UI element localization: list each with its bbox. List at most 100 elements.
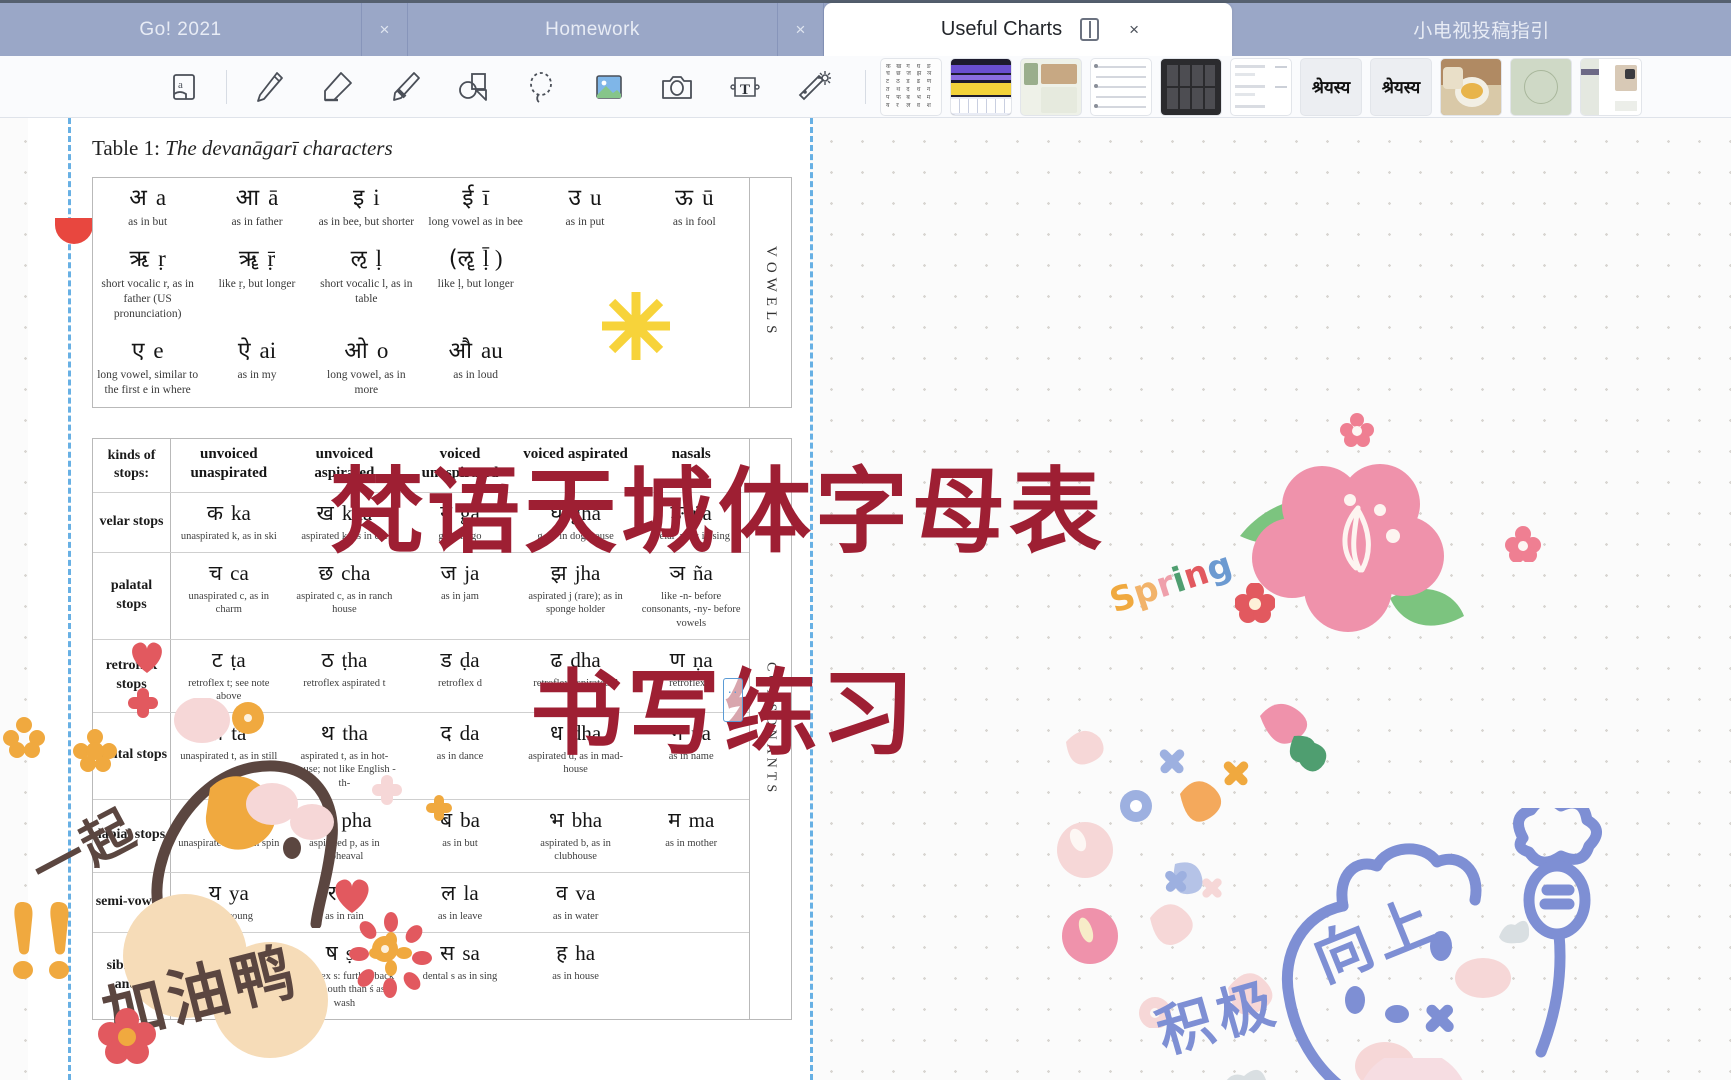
table1-caption: Table 1: The devanāgarī characters [92, 136, 792, 161]
devanagari-char: व [555, 880, 568, 905]
transliteration: pa [228, 807, 249, 832]
tab-go-2021[interactable]: Go! 2021 [0, 3, 362, 56]
gloss: long vowel, similar to the first e in wh… [97, 369, 199, 396]
devanagari-char: ल [441, 880, 456, 905]
gloss: retroflex d [437, 677, 482, 689]
transliteration: ta [231, 720, 247, 745]
devanagari-char: औ [448, 337, 473, 364]
tab-bar: Go! 2021 × Homework × Useful Charts × 小电… [0, 0, 1731, 56]
clipboard-thumbnail-strip: कखगघङ चछजझञ टठडढण तथदधन पफबभम यरलवश श्रे… [880, 57, 1642, 116]
row-kind-label: velar stops [93, 492, 171, 552]
thumb-green-note[interactable] [1020, 57, 1082, 116]
vowel-cell-empty [530, 331, 639, 407]
tab-useful-charts[interactable]: Useful Charts × [824, 3, 1232, 56]
gloss: like ḷ, but longer [437, 277, 514, 290]
column-header: unvoiced unaspirated [190, 445, 268, 482]
shapes-icon[interactable] [445, 63, 501, 111]
row-kind-label: retroflex stops [93, 639, 171, 712]
consonant-cell: ह ha as in house [518, 933, 634, 1019]
consonant-cell: र ra as in rain [287, 873, 403, 932]
devanagari-char: ह [556, 940, 568, 965]
transliteration: ai [259, 337, 277, 363]
thumb-purple-table[interactable] [950, 57, 1012, 116]
image-icon[interactable] [581, 63, 637, 111]
thumb-devanagari-1[interactable]: श्रेयस्य [1300, 57, 1362, 116]
page-mode-icon[interactable]: a [156, 63, 212, 111]
magic-wand-icon[interactable] [785, 63, 841, 111]
gloss: long vowel, as in more [327, 369, 406, 396]
highlighter-icon[interactable] [377, 63, 433, 111]
transliteration: a [155, 185, 167, 210]
devanagari-char: ठ [321, 647, 334, 672]
consonant-cell: ण ṇa retroflex n [633, 640, 749, 712]
vowel-cell: ओ o long vowel, as in more [312, 331, 421, 407]
tab-homework[interactable]: Homework [408, 3, 778, 56]
gloss: g, as in dog-house [537, 530, 614, 542]
column-header: voiced aspirated [523, 445, 628, 462]
gloss: aspirated b, as in clubhouse [540, 837, 611, 863]
tab-close-go-2021[interactable]: × [362, 3, 408, 56]
thumb-white-doc[interactable] [1580, 57, 1642, 116]
vowel-cell: उ u as in put [530, 178, 639, 239]
gloss: aspirated c, as in ranch house [296, 590, 393, 616]
gloss: like ṛ, but longer [218, 277, 296, 290]
devanagari-char: ट [211, 647, 223, 672]
row-kind-label: dental stops [93, 712, 171, 799]
gloss: as in dance [436, 750, 484, 762]
gloss: as in but [442, 837, 478, 849]
column-header: unvoiced aspirated [314, 445, 375, 482]
gloss: retroflex aspirated d [533, 677, 618, 689]
tab-bilibili-guide[interactable]: 小电视投稿指引 [1232, 3, 1731, 56]
thumb-food-photo[interactable] [1440, 57, 1502, 116]
thumb-devanagari-2[interactable]: श्रेयस्य [1370, 57, 1432, 116]
eraser-icon[interactable] [309, 63, 365, 111]
text-box-icon[interactable]: T [717, 63, 773, 111]
note-canvas[interactable]: Table 1: The devanāgarī characters अ a as … [0, 118, 1731, 1080]
transliteration: cha [341, 560, 371, 585]
close-icon: × [379, 19, 390, 39]
transliteration: ṇa [692, 647, 713, 672]
pen-icon[interactable] [241, 63, 297, 111]
transliteration: ī [482, 185, 489, 210]
gloss: as in rain [325, 910, 364, 922]
thumb-sage-label[interactable] [1510, 57, 1572, 116]
tab-label: Homework [545, 18, 640, 40]
thumb-white-list[interactable] [1230, 57, 1292, 116]
gloss: unaspirated c, as in charm [188, 590, 270, 616]
lasso-icon[interactable] [513, 63, 569, 111]
vowel-cell-empty [640, 239, 749, 330]
devanagari-char: ऐ [237, 337, 251, 364]
transliteration: jha [574, 560, 601, 585]
thumb-list-note[interactable] [1090, 57, 1152, 116]
split-view-icon[interactable] [1080, 18, 1100, 41]
consonant-cell: ठ ṭha retroflex aspirated t [287, 640, 403, 712]
tab-label: Useful Charts [940, 18, 1063, 40]
devanagari-char: र [327, 880, 337, 905]
gloss: as in put [565, 216, 605, 229]
consonant-cell: छ cha aspirated c, as in ranch house [287, 553, 403, 639]
tab-close-useful-charts[interactable]: × [1111, 20, 1157, 40]
right-margin-guide [810, 118, 813, 1080]
transliteration: ṣa [345, 940, 364, 965]
consonant-cell: ङ ṅa 'velar' n, as in sing [633, 493, 749, 552]
transliteration: ṭha [341, 647, 368, 672]
vowel-cell-empty [640, 331, 749, 407]
row-kind-label: palatal stops [93, 552, 171, 639]
consonant-cell: ख kha aspirated k, as in cut [287, 493, 403, 552]
thumb-chart-grid[interactable]: कखगघङ चछजझञ टठडढण तथदधन पफबभम यरलवश [880, 57, 942, 116]
tab-close-homework[interactable]: × [778, 3, 824, 56]
devanagari-char: आ [235, 185, 260, 211]
gloss: as in my [237, 369, 277, 382]
devanagari-char: ज [440, 560, 457, 585]
devanagari-char: न [671, 720, 684, 745]
gloss: as in father [231, 216, 283, 229]
consonant-cell: ब ba as in but [402, 800, 518, 872]
camera-icon[interactable] [649, 63, 705, 111]
gloss: as in name [668, 750, 714, 762]
table-row: labial stops प pa unaspirated p, as in spi… [93, 799, 749, 873]
thumb-dark-grid[interactable] [1160, 57, 1222, 116]
devanagari-char: फ [317, 807, 334, 832]
tab-label: Go! 2021 [139, 18, 222, 40]
consonant-cell: ध dha aspirated d, as in mad-house [518, 713, 634, 799]
transliteration: ca [230, 560, 249, 585]
